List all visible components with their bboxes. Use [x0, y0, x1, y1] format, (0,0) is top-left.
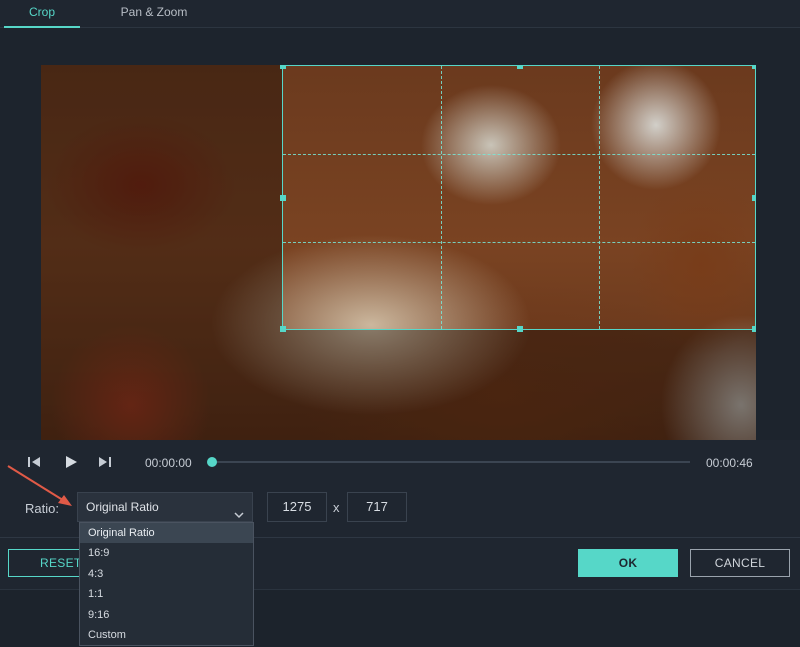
ratio-option-16-9[interactable]: 16:9 — [80, 543, 253, 563]
ratio-option-9-16[interactable]: 9:16 — [80, 605, 253, 625]
crop-handle-left[interactable] — [280, 195, 286, 201]
current-time: 00:00:00 — [145, 456, 192, 470]
video-preview — [41, 65, 756, 465]
crop-mask-left — [41, 65, 282, 465]
player-controls: 00:00:00 00:00:46 — [0, 440, 800, 484]
timeline-playhead[interactable] — [207, 457, 217, 467]
crop-frame[interactable] — [280, 65, 756, 332]
crop-handle-top[interactable] — [517, 65, 523, 69]
crop-handle-bottom[interactable] — [517, 326, 523, 332]
ratio-option-original[interactable]: Original Ratio — [80, 523, 253, 544]
tab-crop[interactable]: Crop — [4, 0, 80, 28]
tab-bar: Crop Pan & Zoom — [0, 0, 800, 28]
ratio-option-4-3[interactable]: 4:3 — [80, 564, 253, 584]
width-field[interactable]: 1275 — [267, 492, 327, 522]
crop-grid-line — [283, 242, 755, 243]
crop-grid-line — [599, 66, 600, 329]
step-forward-icon[interactable] — [97, 454, 113, 470]
timeline-track[interactable] — [212, 461, 690, 463]
total-time: 00:00:46 — [706, 456, 753, 470]
ratio-select[interactable]: Original Ratio — [77, 492, 253, 522]
ok-button[interactable]: OK — [578, 549, 678, 577]
ratio-option-custom[interactable]: Custom — [80, 625, 253, 645]
height-field[interactable]: 717 — [347, 492, 407, 522]
ratio-selected-value: Original Ratio — [86, 500, 159, 514]
chevron-down-icon — [234, 502, 244, 519]
cancel-button[interactable]: CANCEL — [690, 549, 790, 577]
crop-handle-top-left[interactable] — [280, 65, 286, 69]
ratio-dropdown-menu: Original Ratio 16:9 4:3 1:1 9:16 Custom — [79, 522, 254, 646]
dimension-separator: x — [333, 500, 340, 515]
crop-grid-line — [283, 154, 755, 155]
ratio-option-1-1[interactable]: 1:1 — [80, 584, 253, 604]
crop-handle-bottom-left[interactable] — [280, 326, 286, 332]
crop-handle-top-right[interactable] — [752, 65, 756, 69]
crop-handle-right[interactable] — [752, 195, 756, 201]
preview-area — [0, 28, 800, 465]
crop-handle-bottom-right[interactable] — [752, 326, 756, 332]
crop-grid-line — [441, 66, 442, 329]
tab-pan-zoom[interactable]: Pan & Zoom — [108, 0, 200, 28]
annotation-arrow-icon — [7, 465, 72, 506]
